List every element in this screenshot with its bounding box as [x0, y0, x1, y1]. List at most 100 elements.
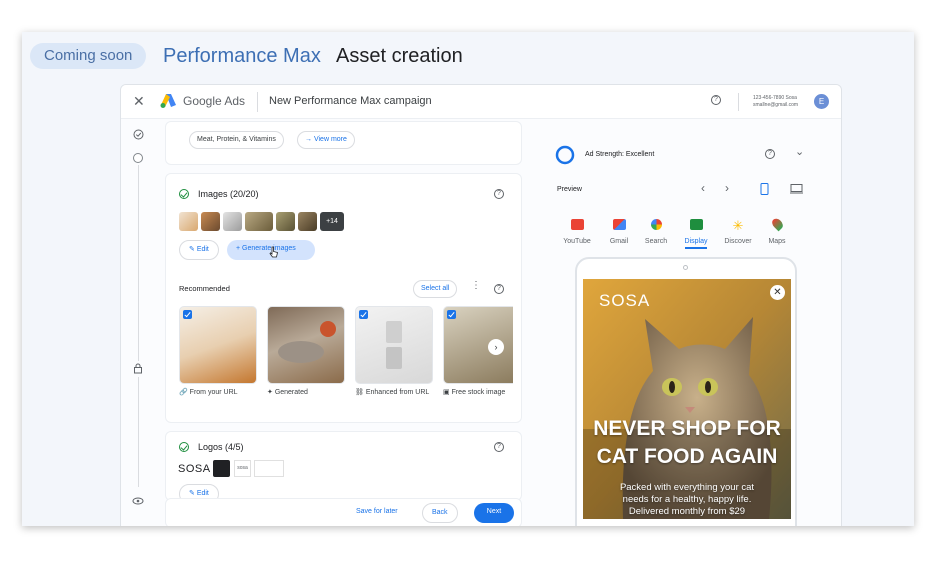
eye-icon — [132, 497, 144, 505]
images-card: Images (20/20) ? +14 ✎ Edit + Generate i… — [165, 173, 522, 423]
google-g-icon — [650, 219, 662, 230]
view-more-label: View more — [313, 136, 347, 143]
tab-search[interactable]: Search — [636, 217, 676, 245]
help-icon[interactable]: ? — [494, 189, 504, 199]
phone-camera — [683, 265, 688, 270]
close-icon[interactable]: ✕ — [770, 285, 785, 300]
recommended-label: ▣ Free stock image — [443, 389, 506, 396]
ad-strength-ring-icon — [555, 145, 575, 165]
active-tab-underline — [685, 247, 707, 249]
product-can-shape — [386, 347, 402, 369]
image-thumbnails: +14 — [179, 212, 359, 231]
google-ads-window: ✕ Google Ads New Performance Max campaig… — [120, 84, 842, 526]
campaign-title: New Performance Max campaign — [269, 95, 432, 107]
edit-label: Edit — [196, 490, 209, 497]
ad-brand-name: SOSA — [599, 291, 651, 310]
recommended-image-card[interactable]: › — [443, 306, 513, 384]
arrow-right-icon: → — [305, 136, 314, 143]
next-button[interactable]: Next — [474, 503, 514, 523]
chevron-down-icon[interactable]: ⌄ — [795, 145, 804, 158]
placement-tabs: YouTube Gmail Search Display ✳ Discover … — [557, 216, 817, 249]
tab-label: Maps — [768, 238, 786, 245]
stepper-line-lower — [138, 377, 139, 487]
close-icon[interactable]: ✕ — [133, 93, 145, 110]
recommended-title: Recommended — [179, 284, 230, 293]
chevron-right-icon[interactable]: › — [725, 181, 729, 195]
account-email: smallne@gmail.com — [753, 102, 799, 108]
tab-discover[interactable]: ✳ Discover — [718, 217, 758, 245]
logos-title: Logos (4/5) — [198, 442, 244, 452]
phone-preview-frame: SOSA ✕ NEVER SHOP FOR CAT FOOD AGAIN Pac… — [575, 257, 797, 526]
recommended-image-card[interactable] — [179, 306, 257, 384]
help-icon[interactable]: ? — [494, 284, 504, 294]
ad-strength-label: Ad Strength: Excellent — [585, 151, 655, 158]
logo-dark[interactable] — [213, 460, 230, 477]
images-title: Images (20/20) — [198, 189, 259, 199]
recommended-image-card[interactable] — [267, 306, 345, 384]
display-icon — [689, 219, 703, 230]
selected-checkbox[interactable] — [183, 310, 192, 319]
recommended-images: 🔗 From your URL ✦ Generated ⛓ Enhanced f… — [179, 306, 513, 406]
help-icon[interactable]: ? — [494, 442, 504, 452]
targeting-chips-card: Meat, Protein, & Vitamins → View more — [165, 121, 522, 165]
tab-youtube[interactable]: YouTube — [557, 217, 597, 245]
step-current-dot[interactable] — [133, 153, 143, 163]
logo-sosa[interactable]: SOSA — [178, 463, 211, 475]
stepper-line — [138, 165, 139, 361]
top-bar: ✕ Google Ads New Performance Max campaig… — [121, 85, 841, 119]
back-button[interactable]: Back — [422, 503, 458, 523]
image-thumbnail[interactable] — [245, 212, 273, 231]
maps-pin-icon — [769, 216, 785, 232]
google-ads-logo — [160, 94, 176, 108]
logo-blank[interactable] — [254, 460, 284, 477]
account-id: 123-456-7890 Sosa — [753, 95, 797, 101]
pumpkin-shape — [320, 321, 336, 337]
more-images-count[interactable]: +14 — [320, 212, 344, 231]
recommended-label: ✦ Generated — [267, 389, 308, 396]
image-thumbnail[interactable] — [276, 212, 295, 231]
tab-gmail[interactable]: Gmail — [599, 217, 639, 245]
tab-label: YouTube — [563, 238, 591, 245]
ad-headline-line2: CAT FOOD AGAIN — [596, 445, 778, 468]
tab-maps[interactable]: Maps — [757, 216, 797, 245]
check-circle-icon — [179, 189, 189, 199]
display-ad[interactable]: SOSA ✕ NEVER SHOP FOR CAT FOOD AGAIN Pac… — [583, 279, 791, 519]
image-thumbnail[interactable] — [179, 212, 198, 231]
avatar[interactable]: E — [814, 94, 829, 109]
check-circle-icon — [133, 129, 144, 140]
lock-icon — [134, 363, 142, 374]
help-icon[interactable]: ? — [711, 95, 721, 105]
image-thumbnail[interactable] — [201, 212, 220, 231]
select-all-button[interactable]: Select all — [413, 280, 458, 298]
ad-body-text: Packed with everything your cat needs fo… — [619, 482, 755, 517]
help-icon[interactable]: ? — [765, 149, 775, 159]
selected-checkbox[interactable] — [359, 310, 368, 319]
progress-stepper — [121, 119, 155, 526]
save-for-later-button[interactable]: Save for later — [356, 508, 398, 515]
more-vert-icon[interactable]: ⋮ — [471, 280, 481, 291]
pencil-icon: ✎ — [189, 246, 197, 253]
category-chip[interactable]: Meat, Protein, & Vitamins — [189, 131, 284, 149]
tab-display[interactable]: Display — [676, 217, 716, 249]
desktop-device-icon[interactable] — [790, 184, 803, 194]
edit-images-button[interactable]: ✎ Edit — [179, 240, 219, 260]
logos-card: Logos (4/5) ? SOSA sosa ✎ Edit — [165, 431, 522, 504]
view-more-chip[interactable]: → View more — [297, 131, 355, 149]
image-thumbnail[interactable] — [298, 212, 317, 231]
tab-label: Gmail — [609, 238, 629, 245]
logo-small[interactable]: sosa — [234, 460, 251, 477]
topbar-divider-2 — [738, 93, 739, 111]
recommended-image-card[interactable] — [355, 306, 433, 384]
preview-label: Preview — [557, 186, 582, 193]
image-thumbnail[interactable] — [223, 212, 242, 231]
youtube-icon — [570, 219, 584, 230]
bottom-action-bar: Save for later Back Next — [165, 498, 522, 526]
tab-label: Search — [644, 238, 668, 245]
chevron-right-icon[interactable]: › — [488, 339, 504, 355]
chevron-left-icon[interactable]: ‹ — [701, 181, 705, 195]
pencil-icon: ✎ — [189, 490, 197, 497]
selected-checkbox[interactable] — [447, 310, 456, 319]
slide-title-product: Performance Max — [163, 45, 321, 67]
cursor-icon — [269, 246, 278, 258]
mobile-device-icon[interactable] — [760, 183, 769, 195]
